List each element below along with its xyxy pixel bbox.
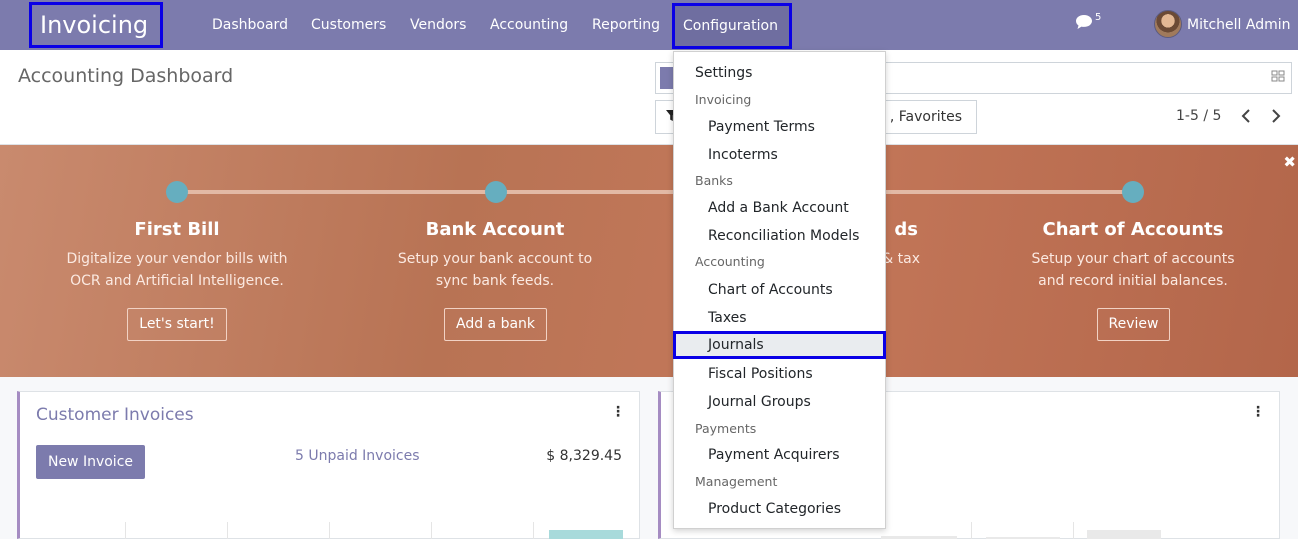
graph-divider xyxy=(125,522,126,539)
step-desc-line: sync bank feeds. xyxy=(435,273,555,289)
chevron-right-icon[interactable] xyxy=(1270,109,1282,123)
nav-configuration[interactable]: Configuration xyxy=(672,3,792,49)
nav-reporting[interactable]: Reporting xyxy=(592,0,660,50)
nav-accounting[interactable]: Accounting xyxy=(490,0,568,50)
step-desc-line: Setup your chart of accounts xyxy=(1031,251,1235,267)
step-dot xyxy=(166,181,188,203)
step-title-first-bill: First Bill xyxy=(134,219,220,240)
step-title-chart-of-accounts: Chart of Accounts xyxy=(1042,219,1224,240)
menu-item-taxes[interactable]: Taxes xyxy=(674,304,885,332)
kebab-menu-icon[interactable]: ⋮ xyxy=(1251,404,1265,420)
close-icon[interactable]: ✖ xyxy=(1283,153,1296,171)
kebab-menu-icon[interactable]: ⋮ xyxy=(611,404,625,420)
step-desc-line: and record initial balances. xyxy=(1038,273,1228,289)
step-desc-line: Digitalize your vendor bills with xyxy=(66,251,288,267)
menu-item-journals[interactable]: Journals xyxy=(673,331,886,359)
step-dot xyxy=(1122,181,1144,203)
control-panel: Accounting Dashboard , Favorites 1-5 / 5 xyxy=(0,50,1298,145)
search-options-icon[interactable] xyxy=(1271,70,1285,82)
menu-item-add-bank-account[interactable]: Add a Bank Account xyxy=(674,194,885,222)
step-dot xyxy=(485,181,507,203)
menu-item-settings[interactable]: Settings xyxy=(674,59,885,87)
user-menu[interactable]: Mitchell Admin xyxy=(1187,0,1291,50)
nav-customers[interactable]: Customers xyxy=(311,0,386,50)
graph-bar[interactable] xyxy=(549,530,623,539)
avatar[interactable] xyxy=(1154,10,1182,38)
page-title: Accounting Dashboard xyxy=(18,65,234,87)
menu-header-banks: Banks xyxy=(695,173,733,188)
lets-start-button[interactable]: Let's start! xyxy=(127,308,227,341)
menu-item-incoterms[interactable]: Incoterms xyxy=(674,141,885,169)
card-title[interactable]: Customer Invoices xyxy=(36,405,194,425)
review-button[interactable]: Review xyxy=(1097,308,1170,341)
menu-item-journal-groups[interactable]: Journal Groups xyxy=(674,388,885,416)
step-desc-chart-of-accounts: Setup your chart of accounts and record … xyxy=(983,248,1283,292)
chevron-left-icon[interactable] xyxy=(1240,109,1252,123)
invoice-graph xyxy=(20,522,639,539)
step-title-bank-account: Bank Account xyxy=(425,219,565,240)
pager-value[interactable]: 1-5 / 5 xyxy=(1176,108,1221,124)
graph-bar[interactable] xyxy=(1087,530,1161,539)
chat-icon xyxy=(1076,15,1092,29)
onboarding-banner: ✖ First Bill Digitalize your vendor bill… xyxy=(0,145,1298,377)
chat-button[interactable]: 5 xyxy=(1075,12,1105,34)
menu-item-payment-terms[interactable]: Payment Terms xyxy=(674,113,885,141)
graph-divider xyxy=(329,522,330,539)
top-navbar: Invoicing Dashboard Customers Vendors Ac… xyxy=(0,0,1298,50)
step-desc-bank-account: Setup your bank account to sync bank fee… xyxy=(345,248,645,292)
app-name[interactable]: Invoicing xyxy=(29,2,163,48)
step-desc-first-bill: Digitalize your vendor bills with OCR an… xyxy=(27,248,327,292)
unpaid-invoices-link[interactable]: 5 Unpaid Invoices xyxy=(295,448,420,464)
menu-item-reconciliation-models[interactable]: Reconciliation Models xyxy=(674,222,885,250)
nav-dashboard[interactable]: Dashboard xyxy=(212,0,288,50)
chat-count-badge: 5 xyxy=(1095,12,1102,23)
customer-invoices-card: Customer Invoices ⋮ New Invoice 5 Unpaid… xyxy=(17,391,640,539)
menu-item-payment-acquirers[interactable]: Payment Acquirers xyxy=(674,441,885,469)
menu-header-payments: Payments xyxy=(695,421,757,436)
step-connector xyxy=(177,190,495,194)
step-desc-line: OCR and Artificial Intelligence. xyxy=(70,273,284,289)
menu-item-fiscal-positions[interactable]: Fiscal Positions xyxy=(674,360,885,388)
configuration-dropdown: Settings Invoicing Payment Terms Incoter… xyxy=(673,51,886,529)
graph-divider xyxy=(971,522,972,539)
new-invoice-button[interactable]: New Invoice xyxy=(36,445,145,479)
add-bank-button[interactable]: Add a bank xyxy=(444,308,547,341)
menu-item-product-categories[interactable]: Product Categories xyxy=(674,495,885,523)
graph-divider xyxy=(431,522,432,539)
menu-header-invoicing: Invoicing xyxy=(695,92,752,107)
menu-header-accounting: Accounting xyxy=(695,254,765,269)
graph-divider xyxy=(533,522,534,539)
unpaid-amount: $ 8,329.45 xyxy=(546,448,622,464)
step-desc-line: Setup your bank account to xyxy=(397,251,593,267)
menu-header-management: Management xyxy=(695,474,778,489)
favorites-label: , Favorites xyxy=(889,109,962,125)
graph-divider xyxy=(1073,522,1074,539)
menu-item-chart-of-accounts[interactable]: Chart of Accounts xyxy=(674,276,885,304)
nav-vendors[interactable]: Vendors xyxy=(410,0,466,50)
graph-divider xyxy=(227,522,228,539)
